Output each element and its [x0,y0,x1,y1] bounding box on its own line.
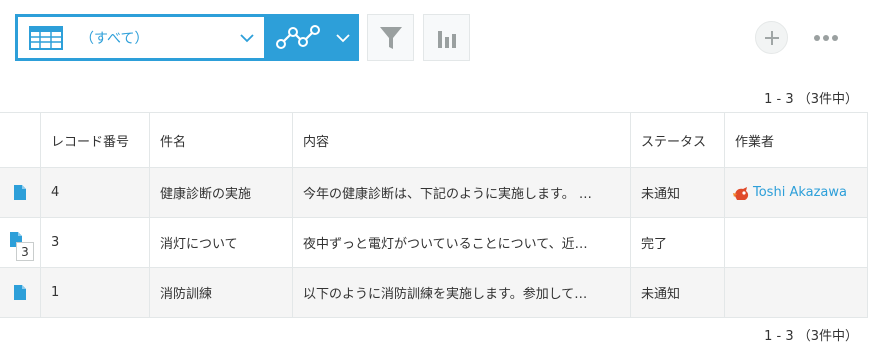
record-number: 4 [41,168,150,217]
record-number: 3 [41,218,150,267]
add-record-button[interactable] [755,21,788,54]
record-subject: 健康診断の実施 [150,168,293,217]
chevron-down-icon [240,33,254,42]
record-content-cell: 以下のように消防訓練を実施します。参加して… [293,268,631,317]
record-detail-link[interactable]: 3 [0,218,41,267]
document-icon [14,285,26,300]
record-status: 完了 [631,218,725,267]
filter-button[interactable] [367,14,414,61]
pagination-top: 1 - 3 （3件中） [764,92,858,107]
table-icon [29,25,63,50]
graph-icon [276,24,320,49]
more-button[interactable] [806,21,846,54]
header-status[interactable]: ステータス [631,113,725,167]
table-row[interactable]: 3 3 消灯について 夜中ずっと電灯がついていることについて、近… 完了 [0,218,868,268]
plus-icon [764,30,779,45]
pagination-bottom: 1 - 3 （3件中） [764,329,858,344]
record-subject: 消灯について [150,218,293,267]
header-icon-column [0,113,41,167]
more-icon [814,34,838,41]
record-content-cell: 今年の健康診断は、下記のように実施します。 … [293,168,631,217]
record-number: 1 [41,268,150,317]
table-row[interactable]: 4 健康診断の実施 今年の健康診断は、下記のように実施します。 … 未通知 To… [0,168,868,218]
record-detail-link[interactable] [0,268,41,317]
filter-icon [379,26,402,49]
record-content: 今年の健康診断は、下記のように実施します。 … [303,187,592,202]
record-worker [725,218,868,267]
table-header-row: レコード番号 件名 内容 ステータス 作業者 [0,113,868,168]
header-worker[interactable]: 作業者 [725,113,868,167]
record-status: 未通知 [631,168,725,217]
record-subject: 消防訓練 [150,268,293,317]
comment-count-badge: 3 [16,242,34,261]
user-link[interactable]: Toshi Akazawa [733,184,847,202]
header-record-number[interactable]: レコード番号 [41,113,150,167]
record-content-cell: 夜中ずっと電灯がついていることについて、近… [293,218,631,267]
header-content[interactable]: 内容 [293,113,631,167]
records-table: レコード番号 件名 内容 ステータス 作業者 4 健康診断の実施 今年の健康診断… [0,112,868,318]
record-detail-link[interactable] [0,168,41,217]
table-row[interactable]: 1 消防訓練 以下のように消防訓練を実施します。参加して… 未通知 [0,268,868,318]
record-worker-cell: Toshi Akazawa [725,168,868,217]
view-label: （すべて） [80,30,149,47]
record-status: 未通知 [631,268,725,317]
avatar-icon [733,186,749,200]
document-icon [14,185,26,200]
worker-name: Toshi Akazawa [753,185,847,200]
view-selector[interactable]: （すべて） [15,14,267,61]
bar-chart-icon [437,30,456,48]
chart-button[interactable] [423,14,470,61]
graph-selector[interactable] [266,14,359,61]
record-content: 以下のように消防訓練を実施します。参加して… [303,287,588,302]
header-subject[interactable]: 件名 [150,113,293,167]
record-worker [725,268,868,317]
chevron-down-icon [336,33,350,42]
record-content: 夜中ずっと電灯がついていることについて、近… [303,237,588,252]
